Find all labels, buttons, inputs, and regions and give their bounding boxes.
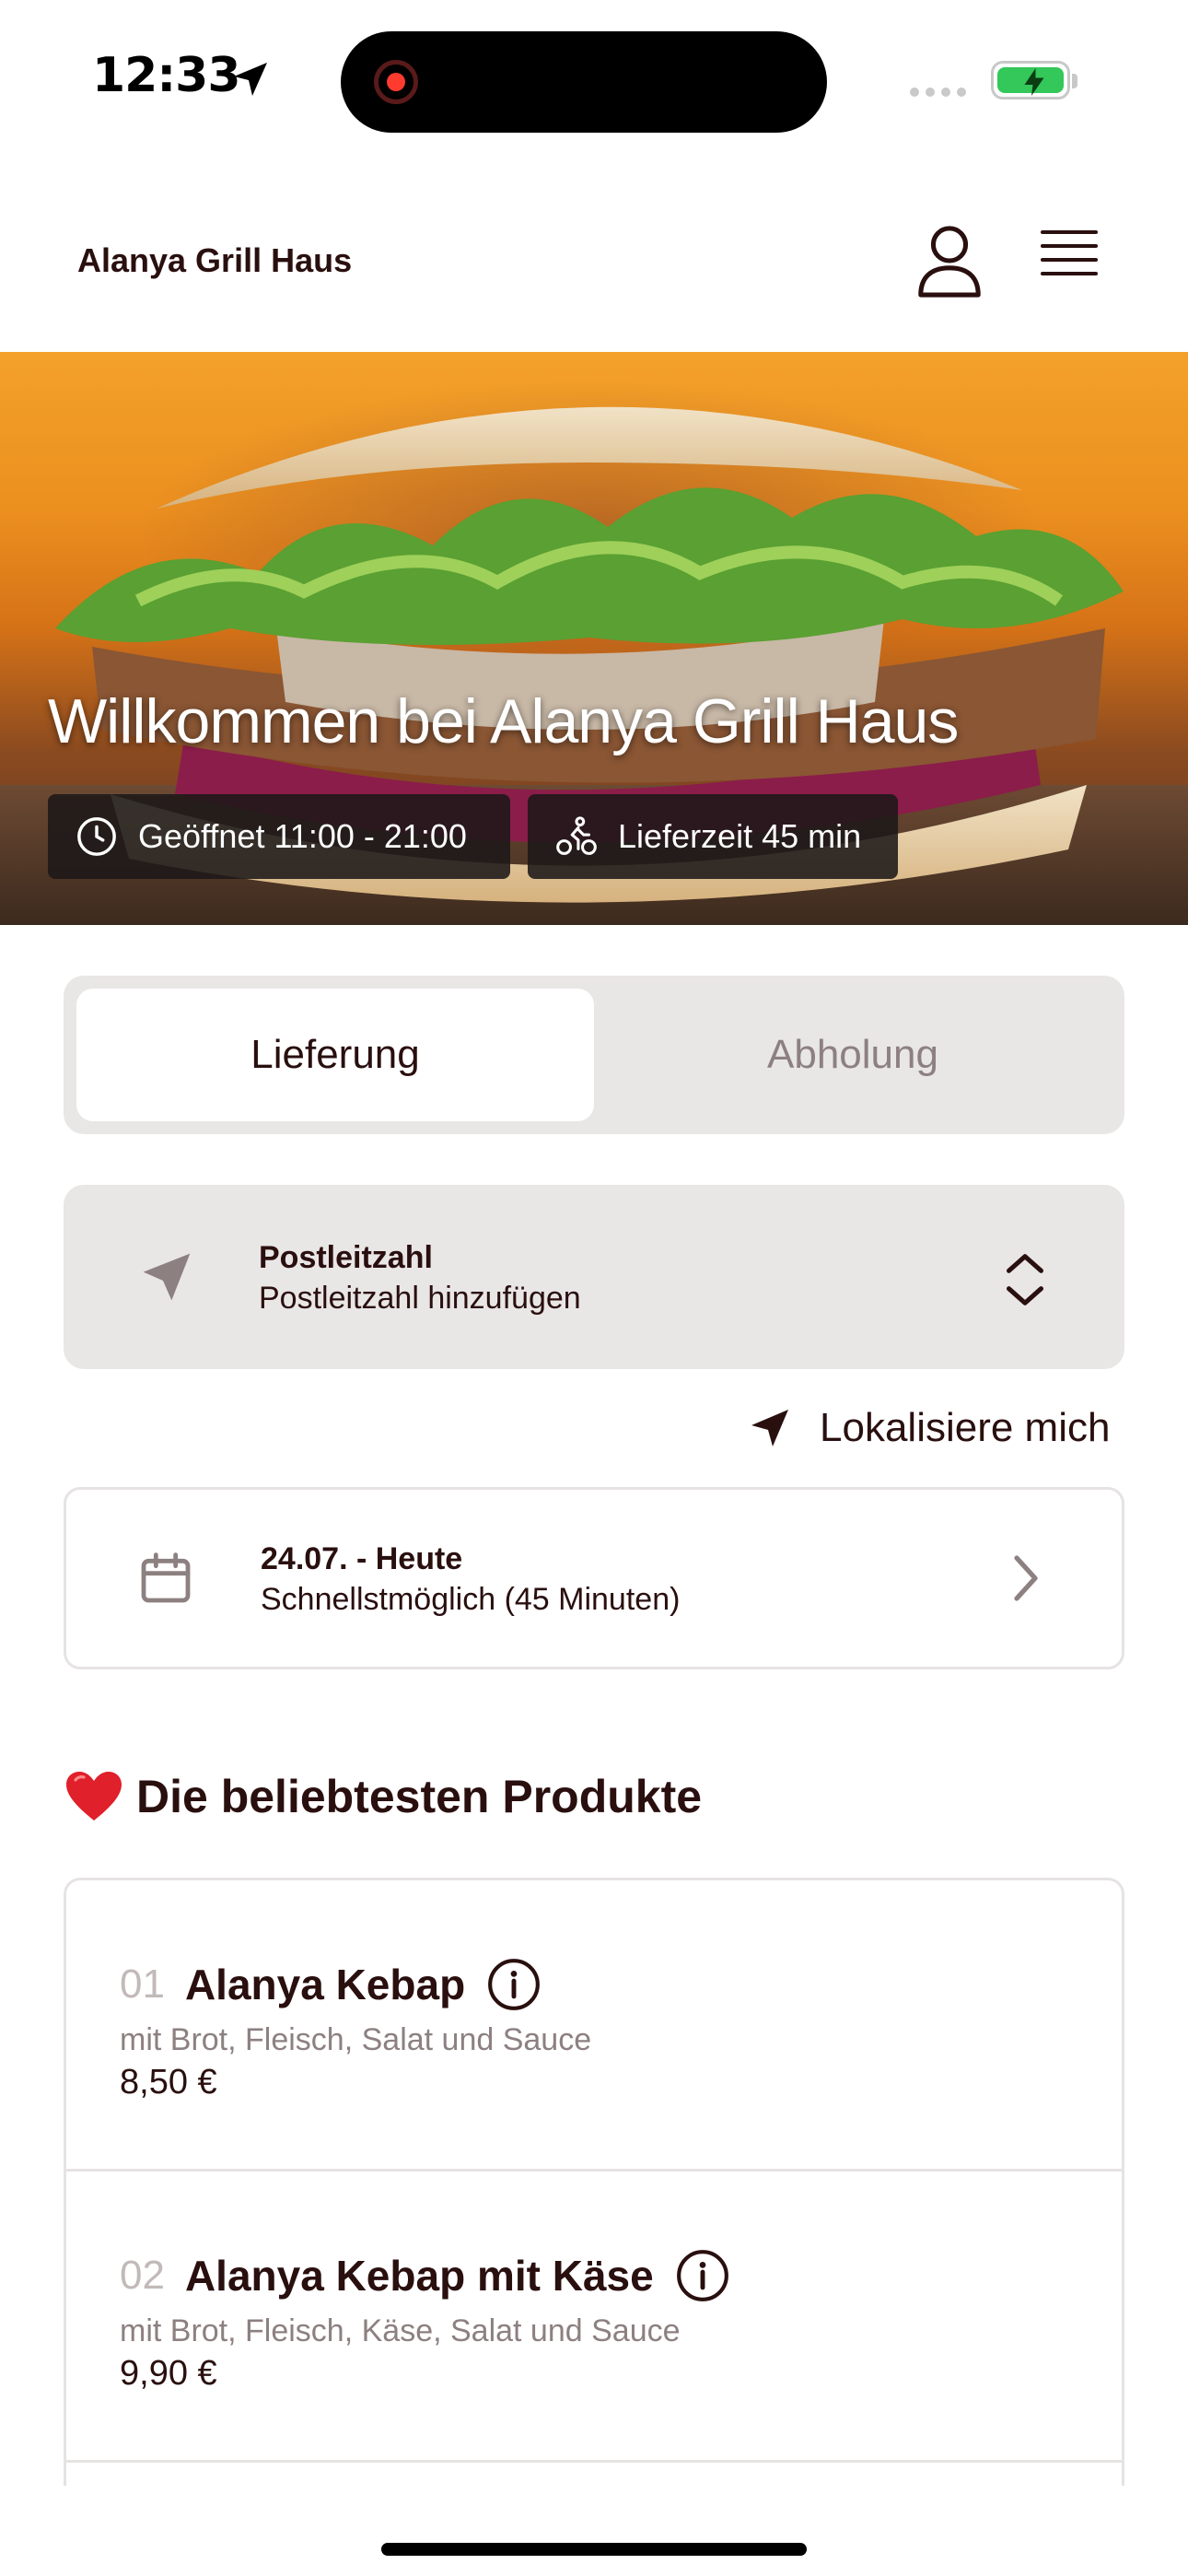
product-name: Alanya Kebap bbox=[184, 1961, 466, 2008]
app-header: Alanya Grill Haus bbox=[0, 157, 1188, 352]
popular-products-list: 01 Alanya Kebap mit Brot, Fleisch, Salat… bbox=[64, 1878, 1124, 2486]
product-number: 02 bbox=[120, 2253, 165, 2298]
welcome-title: Willkommen bei Alanya Grill Haus bbox=[48, 686, 959, 756]
delivery-date-selector[interactable]: 24.07. - Heute Schnellstmöglich (45 Minu… bbox=[64, 1487, 1124, 1669]
popular-products-title: Die beliebtesten Produkte bbox=[136, 1771, 703, 1822]
chevron-up-down-icon bbox=[1007, 1254, 1043, 1306]
postcode-selector[interactable]: Postleitzahl Postleitzahl hinzufügen bbox=[64, 1185, 1124, 1369]
calendar-icon bbox=[141, 1552, 191, 1603]
locate-me-label: Lokalisiere mich bbox=[820, 1405, 1111, 1450]
recording-indicator-icon bbox=[374, 60, 418, 104]
delivery-date: 24.07. - Heute bbox=[261, 1541, 463, 1576]
product-name: Alanya Kebap mit Käse bbox=[184, 2252, 654, 2300]
navigation-arrow-icon bbox=[143, 1253, 191, 1301]
popular-products-heading: Die beliebtesten Produkte bbox=[64, 1769, 702, 1824]
home-indicator[interactable] bbox=[381, 2543, 807, 2556]
battery-cap bbox=[1072, 74, 1077, 88]
battery-icon bbox=[991, 61, 1070, 100]
signal-icon bbox=[910, 85, 973, 101]
product-price: 8,50 € bbox=[120, 2063, 217, 2102]
delivery-time-badge: Lieferzeit 45 min bbox=[528, 794, 898, 879]
product-item[interactable]: 02 Alanya Kebap mit Käse mit Brot, Fleis… bbox=[66, 2172, 1122, 2463]
product-price: 9,90 € bbox=[120, 2354, 217, 2393]
locate-me-button[interactable]: Lokalisiere mich bbox=[748, 1400, 1125, 1456]
tab-pickup[interactable]: Abholung bbox=[594, 989, 1112, 1121]
info-icon[interactable] bbox=[674, 2247, 731, 2304]
charging-bolt-icon bbox=[1024, 68, 1044, 96]
product-description: mit Brot, Fleisch, Käse, Salat und Sauce bbox=[120, 2313, 681, 2348]
hamburger-menu-icon[interactable] bbox=[1041, 230, 1101, 289]
status-bar: 12:33 bbox=[0, 0, 1188, 157]
bicycle-courier-icon bbox=[556, 816, 597, 855]
product-number: 01 bbox=[120, 1961, 165, 2007]
clock-icon bbox=[77, 817, 116, 856]
postcode-label: Postleitzahl bbox=[259, 1240, 433, 1275]
delivery-time-option: Schnellstmöglich (45 Minuten) bbox=[261, 1582, 681, 1617]
delivery-time-text: Lieferzeit 45 min bbox=[618, 817, 862, 855]
postcode-placeholder: Postleitzahl hinzufügen bbox=[259, 1281, 581, 1316]
location-arrow-icon bbox=[751, 1410, 788, 1446]
account-icon[interactable] bbox=[914, 223, 985, 299]
opening-hours-badge: Geöffnet 11:00 - 21:00 bbox=[48, 794, 510, 879]
hero-banner: Willkommen bei Alanya Grill Haus Geöffne… bbox=[0, 352, 1188, 925]
order-mode-switch: Lieferung Abholung bbox=[64, 976, 1124, 1134]
tab-delivery[interactable]: Lieferung bbox=[76, 989, 594, 1121]
product-description: mit Brot, Fleisch, Salat und Sauce bbox=[120, 2022, 592, 2057]
location-arrow-icon bbox=[234, 63, 267, 96]
restaurant-title[interactable]: Alanya Grill Haus bbox=[77, 241, 352, 280]
dynamic-island bbox=[341, 31, 827, 133]
heart-icon bbox=[66, 1772, 122, 1821]
chevron-right-icon bbox=[1014, 1555, 1038, 1601]
status-time: 12:33 bbox=[92, 48, 241, 103]
opening-hours-text: Geöffnet 11:00 - 21:00 bbox=[138, 817, 467, 855]
product-item[interactable]: 01 Alanya Kebap mit Brot, Fleisch, Salat… bbox=[66, 1880, 1122, 2172]
info-icon[interactable] bbox=[485, 1956, 542, 2013]
